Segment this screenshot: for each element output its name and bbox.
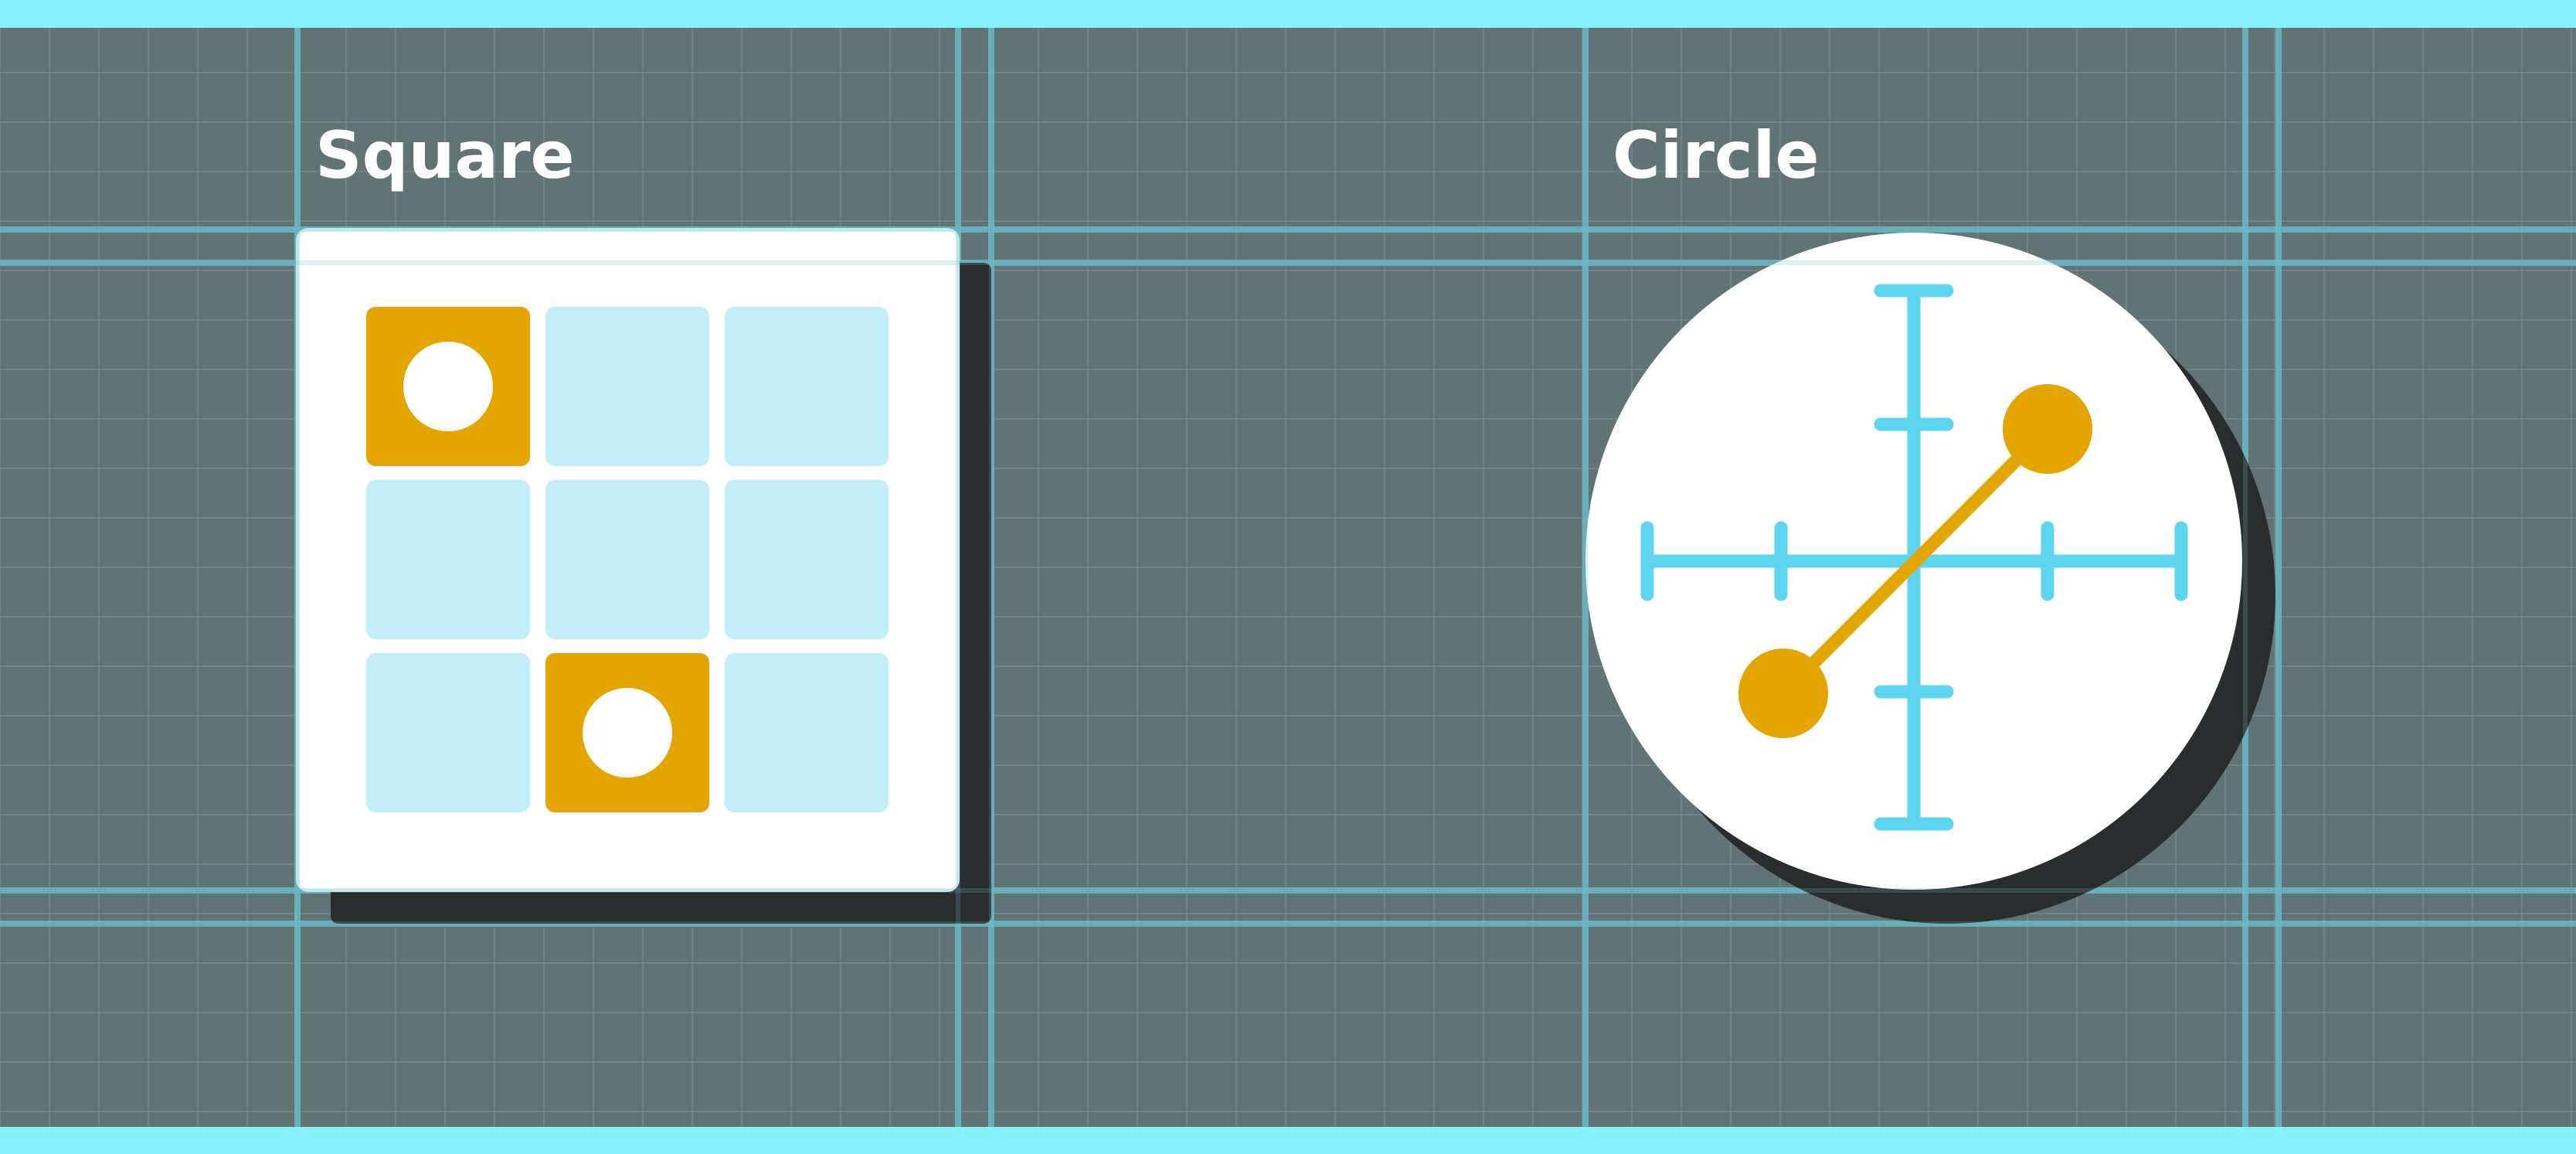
tile-dot xyxy=(403,342,493,431)
bottom-accent-band xyxy=(0,1127,2576,1154)
top-accent-band xyxy=(0,0,2576,28)
marker-lower-left xyxy=(1738,648,1828,738)
tile xyxy=(725,653,889,812)
tile xyxy=(725,307,889,466)
icon-construction-canvas: Square Circle xyxy=(0,0,2576,1154)
tile-dot xyxy=(583,688,672,778)
tile xyxy=(366,480,530,639)
tile-grid xyxy=(366,307,889,812)
tile xyxy=(366,653,530,812)
construction-grid-svg: Square Circle xyxy=(0,0,2576,1154)
tile xyxy=(545,480,709,639)
tile xyxy=(545,307,709,466)
marker-upper-right xyxy=(2003,384,2092,474)
circle-label: Circle xyxy=(1613,117,1819,193)
square-label: Square xyxy=(315,117,575,193)
tile xyxy=(725,480,889,639)
